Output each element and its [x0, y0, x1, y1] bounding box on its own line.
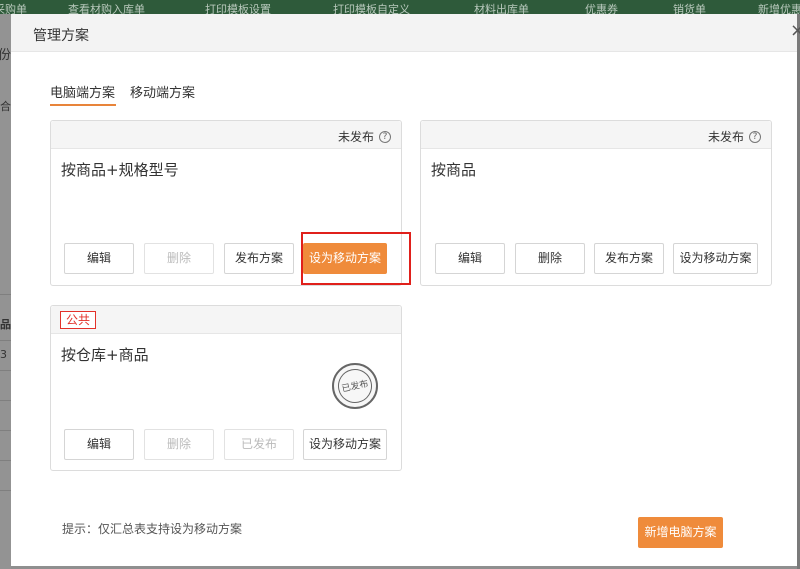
dialog-title: 管理方案 [33, 28, 89, 44]
status-text: 未发布 [707, 130, 744, 144]
add-desktop-scheme-button[interactable]: 新增电脑方案 [638, 517, 723, 548]
bg-divider [0, 430, 11, 431]
bg-tab: 销货单 [673, 3, 706, 14]
bg-tab: 材料出库单 [474, 3, 529, 14]
edit-button[interactable]: 编辑 [435, 243, 505, 274]
delete-button[interactable]: 删除 [144, 429, 214, 460]
bg-tab: 优惠券 [585, 3, 618, 14]
help-icon[interactable]: ? [749, 130, 761, 143]
card-header: 未发布 ? [51, 121, 401, 149]
set-mobile-scheme-button[interactable]: 设为移动方案 [303, 429, 387, 460]
background-topbar: 采购单 查看材购入库单 打印模板设置 打印模板自定义 材料出库单 优惠券 销货单… [0, 0, 800, 14]
edit-button[interactable]: 编辑 [64, 429, 134, 460]
status-badge: 未发布 ? [708, 128, 761, 145]
delete-button[interactable]: 删除 [144, 243, 214, 274]
public-tag: 公共 [60, 311, 97, 329]
scheme-name: 按仓库+商品 [61, 346, 149, 364]
help-icon[interactable]: ? [379, 130, 391, 143]
stamp-text: 已发布 [334, 365, 376, 407]
scheme-card: 未发布 ? 按商品 编辑 删除 发布方案 设为移动方案 [420, 120, 772, 286]
bg-divider [0, 370, 11, 371]
manage-scheme-dialog: 管理方案 × 电脑端方案 移动端方案 未发布 ? 按商品+规格型号 编辑 删除 … [11, 14, 800, 566]
scheme-name: 按商品 [431, 161, 477, 179]
publish-button[interactable]: 发布方案 [224, 243, 294, 274]
background-left-strip: 份) 合 品牌 3 [0, 14, 22, 569]
tab-desktop-scheme[interactable]: 电脑端方案 [50, 82, 115, 101]
card-header: 未发布 ? [421, 121, 771, 149]
set-mobile-scheme-button[interactable]: 设为移动方案 [673, 243, 758, 274]
delete-button[interactable]: 删除 [515, 243, 585, 274]
publish-button[interactable]: 发布方案 [594, 243, 664, 274]
bg-divider [0, 294, 11, 295]
bg-tab: 打印模板自定义 [333, 3, 410, 14]
bg-tab: 打印模板设置 [205, 3, 271, 14]
bg-tab: 查看材购入库单 [68, 3, 145, 14]
bg-tab: 采购单 [0, 3, 27, 14]
close-icon[interactable]: × [790, 22, 800, 40]
tab-mobile-scheme[interactable]: 移动端方案 [130, 82, 195, 101]
bg-fragment: 合 [0, 100, 11, 113]
bg-tab: 新增优惠 [758, 3, 800, 14]
status-badge: 未发布 ? [338, 128, 391, 145]
dialog-header: 管理方案 × [11, 14, 800, 52]
published-button[interactable]: 已发布 [224, 429, 294, 460]
active-tab-indicator [50, 104, 116, 106]
bg-divider [0, 400, 11, 401]
bg-divider [0, 460, 11, 461]
highlight-annotation [301, 232, 411, 285]
card-header: 公共 [51, 306, 401, 334]
edit-button[interactable]: 编辑 [64, 243, 134, 274]
bg-fragment: 3 [0, 348, 7, 361]
bg-divider [0, 340, 11, 341]
published-stamp-icon: 已发布 [332, 363, 378, 409]
status-text: 未发布 [337, 130, 374, 144]
scheme-card: 公共 按仓库+商品 已发布 编辑 删除 已发布 设为移动方案 [50, 305, 402, 471]
bg-divider [0, 490, 11, 491]
scheme-name: 按商品+规格型号 [61, 161, 179, 179]
hint-text: 提示：仅汇总表支持设为移动方案 [62, 522, 243, 536]
